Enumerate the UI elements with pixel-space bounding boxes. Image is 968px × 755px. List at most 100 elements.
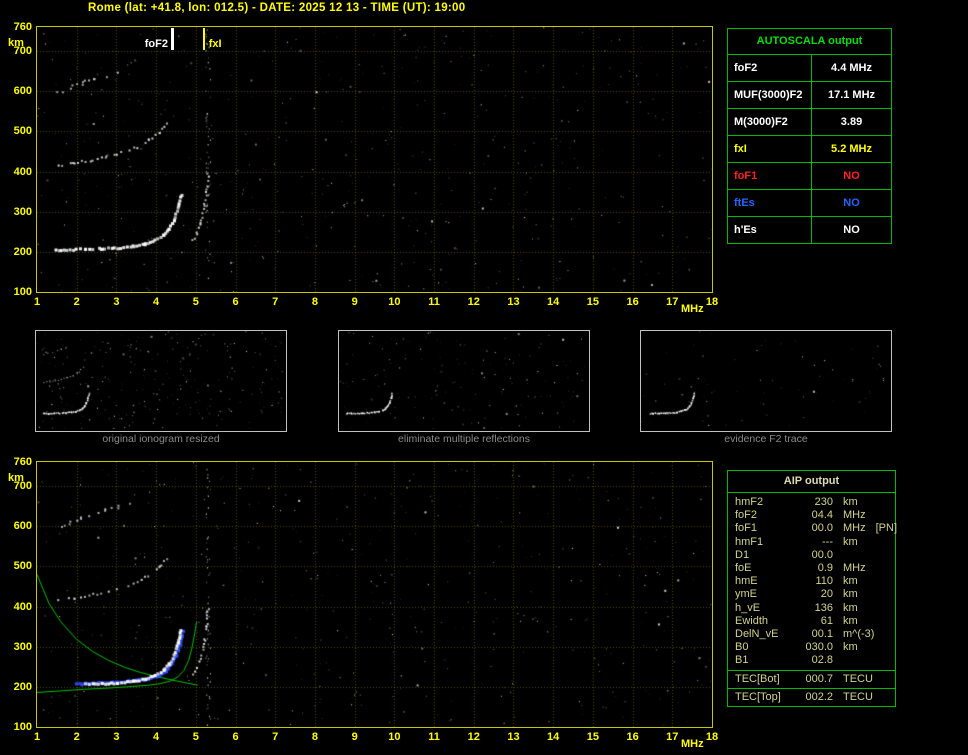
aip-row-name: foF2 (735, 509, 793, 522)
thumbnail-reflections-canvas (339, 331, 587, 429)
autoscala-row-label: foF2 (728, 55, 812, 81)
aip-row-name: ymE (735, 588, 793, 601)
y-tick-label: 200 (6, 681, 32, 693)
x-tick-label: 15 (587, 731, 599, 743)
y-tick-label: 700 (6, 45, 32, 57)
aip-row: B102.8 (728, 654, 895, 667)
aip-row-name: B0 (735, 641, 793, 654)
aip-row-value: --- (793, 536, 833, 549)
aip-row-value: 02.8 (793, 654, 833, 667)
aip-row-value: 110 (793, 575, 833, 588)
aip-row-unit: km (833, 575, 895, 588)
bottom-ionogram-canvas (37, 462, 712, 727)
fof2-marker-label: foF2 (130, 38, 168, 50)
autoscala-row-label: MUF(3000)F2 (728, 82, 812, 108)
thumbnail-caption: evidence F2 trace (640, 433, 892, 445)
fxi-marker-label: fxI (209, 38, 222, 50)
thumbnail-f2-trace (640, 330, 892, 432)
aip-row-unit (833, 549, 895, 562)
aip-row: ymE20km (728, 588, 895, 601)
y-tick-label: 500 (6, 125, 32, 137)
aip-row-extra: [PN] (876, 522, 897, 534)
x-tick-label: 12 (468, 731, 480, 743)
aip-separator (728, 670, 895, 671)
x-tick-label: 9 (352, 296, 358, 308)
aip-row-name: D1 (735, 549, 793, 562)
x-tick-label: 5 (193, 296, 199, 308)
aip-row-unit: MHz[PN] (833, 522, 897, 535)
y-tick-label: 200 (6, 246, 32, 258)
thumbnail-caption: eliminate multiple reflections (338, 433, 590, 445)
aip-row-name: TEC[Top] (735, 691, 793, 704)
x-tick-label: 10 (388, 731, 400, 743)
aip-row-name: foF1 (735, 522, 793, 535)
aip-row: hmF1---km (728, 536, 895, 549)
autoscala-row-label: ftEs (728, 190, 812, 216)
page-title: Rome (lat: +41.8, lon: 012.5) - DATE: 20… (88, 2, 465, 14)
x-tick-label: 17 (666, 296, 678, 308)
x-tick-label: 14 (547, 296, 559, 308)
autoscala-table-rows: foF24.4 MHzMUF(3000)F217.1 MHzM(3000)F23… (728, 55, 891, 243)
x-tick-label: 10 (388, 296, 400, 308)
x-tick-label: 2 (74, 296, 80, 308)
aip-row: h_vE136km (728, 602, 895, 615)
x-tick-label: 8 (312, 296, 318, 308)
autoscala-row: foF1NO (728, 163, 891, 190)
aip-row-unit: km (833, 641, 895, 654)
autoscala-row: fxI5.2 MHz (728, 136, 891, 163)
aip-row: Ewidth61km (728, 615, 895, 628)
aip-row: DelN_vE00.1m^(-3) (728, 628, 895, 641)
autoscala-row-label: foF1 (728, 163, 812, 189)
autoscala-row-label: M(3000)F2 (728, 109, 812, 135)
x-tick-label: 12 (468, 296, 480, 308)
autoscala-table-header: AUTOSCALA output (728, 29, 891, 55)
top-ionogram-canvas (37, 27, 712, 292)
autoscala-output-table: AUTOSCALA output foF24.4 MHzMUF(3000)F21… (727, 28, 892, 244)
aip-table-rows: hmF2230kmfoF204.4MHzfoF100.0MHz[PN]hmF1-… (728, 493, 895, 706)
top-x-unit-label: MHz (681, 303, 704, 315)
x-tick-label: 3 (113, 296, 119, 308)
autoscala-row-label: fxI (728, 136, 812, 162)
x-tick-label: 14 (547, 731, 559, 743)
aip-row: foF204.4MHz (728, 509, 895, 522)
aip-row-name: B1 (735, 654, 793, 667)
aip-row-name: hmF2 (735, 496, 793, 509)
y-tick-label: 300 (6, 641, 32, 653)
aip-row-name: hmF1 (735, 536, 793, 549)
autoscala-row-value: NO (812, 190, 891, 216)
thumbnail-caption: original ionogram resized (35, 433, 287, 445)
y-tick-label: 400 (6, 601, 32, 613)
x-tick-label: 13 (507, 731, 519, 743)
x-tick-label: 4 (153, 731, 159, 743)
autoscala-row-label: h'Es (728, 217, 812, 243)
thumbnail-original-ionogram (35, 330, 287, 432)
bottom-x-unit-label: MHz (681, 738, 704, 750)
fof2-marker-line (171, 28, 174, 50)
x-tick-label: 3 (113, 731, 119, 743)
y-tick-label: 600 (6, 85, 32, 97)
aip-row: foF100.0MHz[PN] (728, 522, 895, 535)
x-tick-label: 11 (428, 296, 440, 308)
aip-row-value: 00.0 (793, 549, 833, 562)
autoscala-row-value: 4.4 MHz (812, 55, 891, 81)
autoscala-row: h'EsNO (728, 217, 891, 243)
x-tick-label: 16 (626, 296, 638, 308)
aip-row-unit (833, 654, 895, 667)
aip-row-value: 230 (793, 496, 833, 509)
x-tick-label: 4 (153, 296, 159, 308)
aip-row: TEC[Top]002.2TECU (728, 691, 895, 704)
aip-row: B0030.0km (728, 641, 895, 654)
aip-row-value: 20 (793, 588, 833, 601)
x-tick-label: 16 (626, 731, 638, 743)
x-tick-label: 5 (193, 731, 199, 743)
aip-row-unit: MHz (833, 509, 895, 522)
autoscala-row-value: 17.1 MHz (812, 82, 891, 108)
aip-row-value: 00.0 (793, 522, 833, 535)
x-tick-label: 6 (232, 296, 238, 308)
aip-row-unit: km (833, 615, 895, 628)
x-tick-label: 17 (666, 731, 678, 743)
aip-row-unit: km (833, 496, 895, 509)
y-tick-label: 760 (6, 21, 32, 33)
y-tick-label: 300 (6, 206, 32, 218)
y-tick-label: 400 (6, 166, 32, 178)
